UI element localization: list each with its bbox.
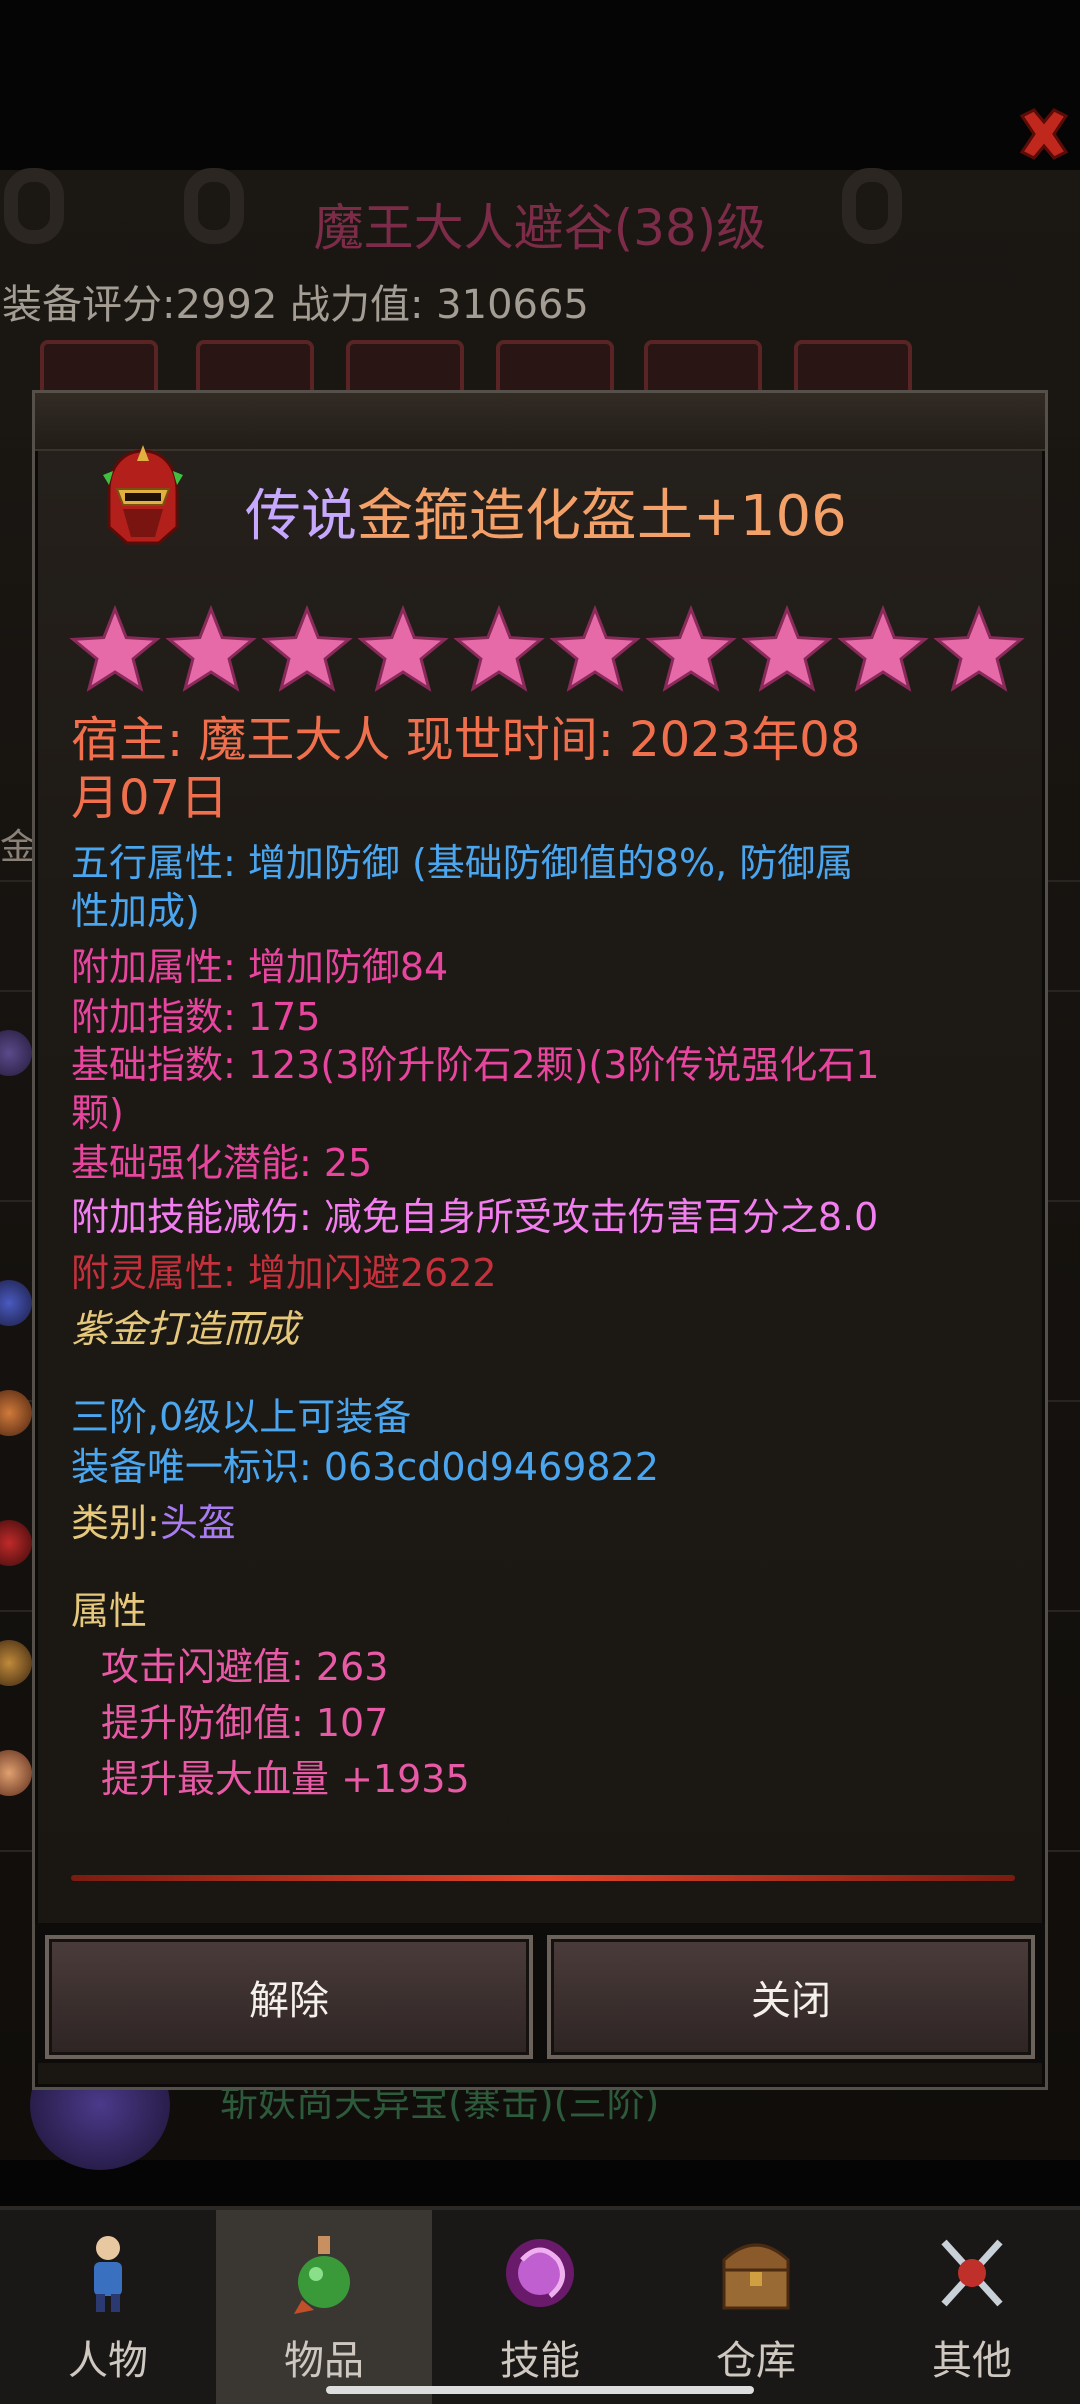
attr-dodge: 攻击闪避值: 263 [101,1645,389,1689]
tab-label: 物品 [284,2338,364,2384]
star-icon [357,604,449,692]
tab-label: 其他 [932,2338,1012,2384]
skill-orb-icon [506,2239,574,2307]
star-icon [453,604,545,692]
item-name: 金箍造化盔土+106 [357,484,847,549]
attr-max-hp: 提升最大血量 +1935 [101,1757,470,1801]
category-label: 类别: [71,1501,160,1545]
item-title: 传说金箍造化盔土+106 [245,471,847,552]
element-attr: 五行属性: 增加防御 (基础防御值的8%, 防御属 [71,841,854,885]
star-icon [261,604,353,692]
skill-reduction: 附加技能减伤: 减免自身所受攻击伤害百分之8.0 [71,1195,879,1239]
tab-other[interactable]: 其他 [864,2210,1080,2404]
helmet-icon [103,445,183,545]
close-button[interactable]: 关闭 [547,1935,1035,2059]
divider-line [71,1875,1015,1881]
extra-index: 附加指数: 175 [71,995,321,1039]
star-icon [549,604,641,692]
tab-skills[interactable]: 技能 [432,2210,648,2404]
base-potential: 基础强化潜能: 25 [71,1141,373,1185]
extra-attr: 附加属性: 增加防御84 [71,945,449,989]
star-icon [165,604,257,692]
star-icon [933,604,1025,692]
side-text: 金 [0,827,37,868]
tab-label: 人物 [68,2338,148,2384]
chest-icon [722,2243,790,2310]
item-detail-popup: 传说金箍造化盔土+106 宿主: 魔王大人 现世时间: 2023年08 月07日… [32,390,1048,2090]
unique-id: 装备唯一标识: 063cd0d9469822 [71,1445,659,1489]
close-icon[interactable] [1016,106,1072,162]
owner-line-cont: 月07日 [71,770,229,826]
base-index: 基础指数: 123(3阶升阶石2颗)(3阶传说强化石1 [71,1043,880,1087]
attr-header: 属性 [71,1589,148,1633]
equipment-score: 装备评分:2992 战力值: 310665 [2,282,589,328]
item-quality: 传说 [245,484,357,549]
popup-header-bar [35,393,1045,451]
star-icon [645,604,737,692]
attr-defense: 提升防御值: 107 [101,1701,389,1745]
spirit-attr: 附灵属性: 增加闪避2622 [71,1251,497,1295]
character-icon [94,2236,122,2312]
category-value: 头盔 [159,1501,236,1545]
home-indicator[interactable] [326,2386,754,2394]
star-rating [69,604,1025,692]
owner-line: 宿主: 魔王大人 现世时间: 2023年08 [71,712,861,768]
tab-label: 仓库 [716,2338,796,2384]
tab-label: 技能 [500,2338,580,2384]
element-attr-cont: 性加成) [71,889,200,933]
crossed-swords-icon [941,2239,1003,2307]
tab-warehouse[interactable]: 仓库 [648,2210,864,2404]
star-icon [69,604,161,692]
tab-character[interactable]: 人物 [0,2210,216,2404]
potion-icon [294,2236,350,2314]
category: 类别:头盔 [71,1499,236,1547]
star-icon [741,604,833,692]
forged-text: 紫金打造而成 [71,1307,300,1351]
equip-requirement: 三阶,0级以上可装备 [71,1395,412,1439]
tab-items[interactable]: 物品 [216,2210,432,2404]
base-index-cont: 颗) [71,1091,124,1135]
bottom-nav: 人物 物品 技能 仓库 其他 [0,2206,1080,2404]
character-title: 魔王大人避谷(38)级 [313,199,767,257]
star-icon [837,604,929,692]
remove-button[interactable]: 解除 [45,1935,533,2059]
